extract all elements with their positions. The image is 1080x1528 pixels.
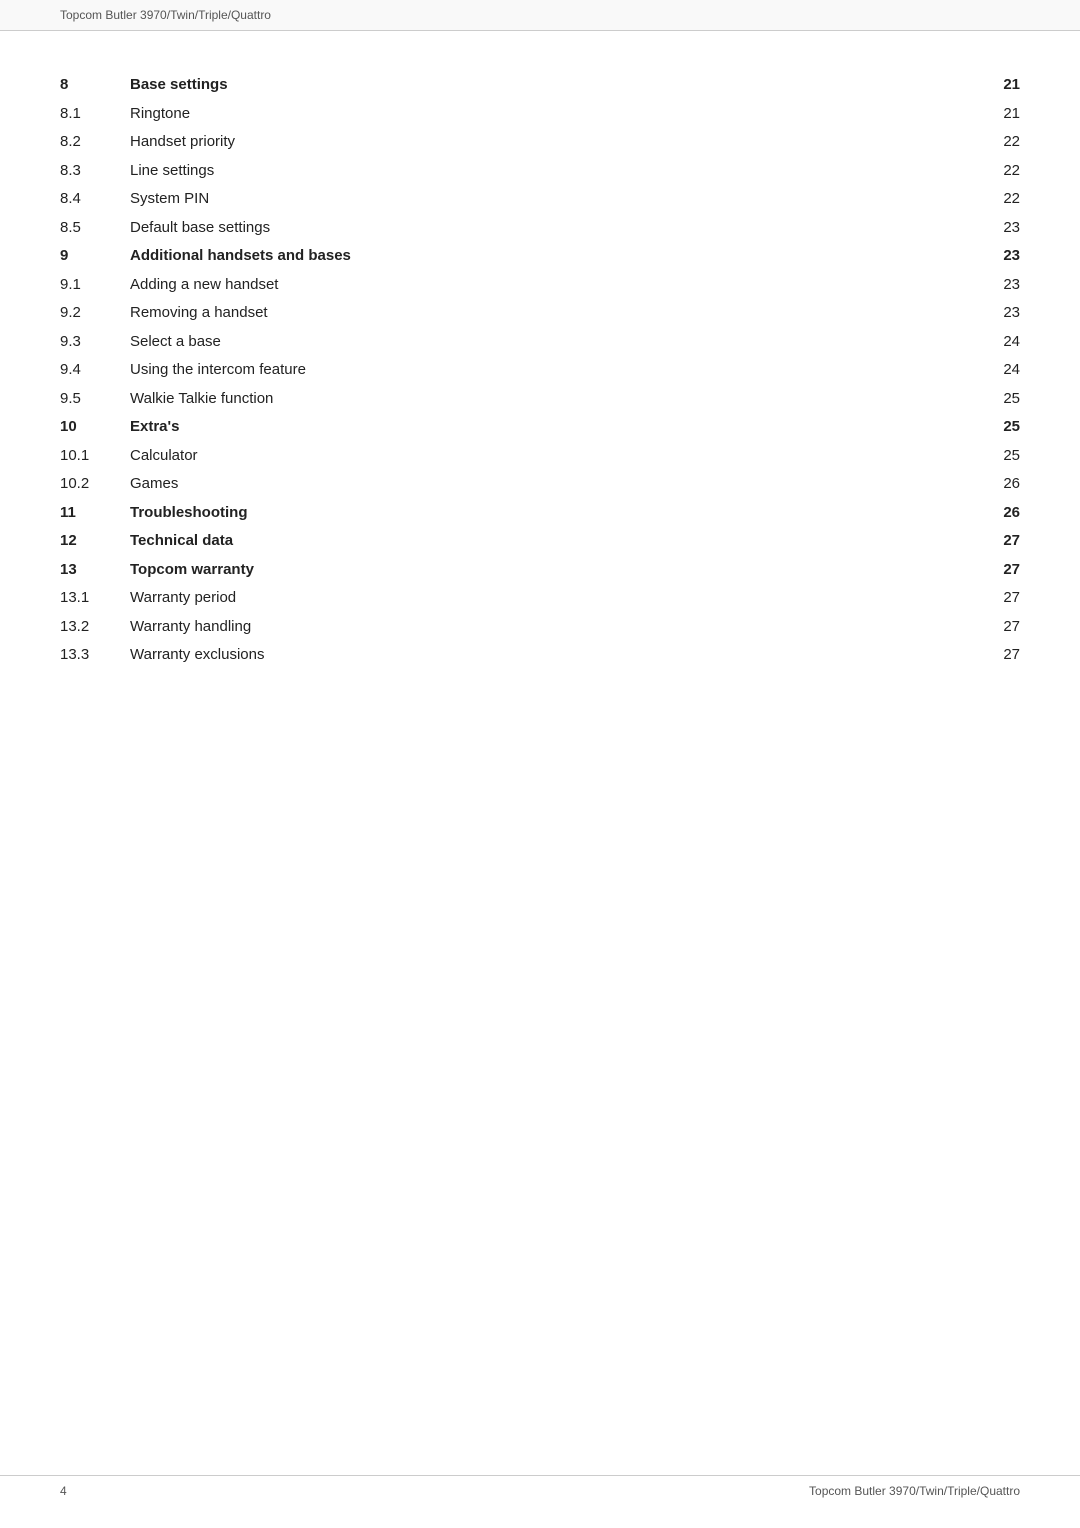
toc-row: 8.4System PIN22 (60, 185, 1020, 214)
toc-number: 9.5 (60, 385, 130, 414)
toc-row: 8Base settings21 (60, 71, 1020, 100)
toc-row: 8.1Ringtone21 (60, 100, 1020, 129)
toc-number: 9.3 (60, 328, 130, 357)
toc-page: 23 (970, 214, 1020, 243)
toc-number: 9 (60, 242, 130, 271)
header-bar: Topcom Butler 3970/Twin/Triple/Quattro (0, 0, 1080, 31)
toc-row: 13.2Warranty handling27 (60, 613, 1020, 642)
toc-row: 9.2Removing a handset23 (60, 299, 1020, 328)
toc-row: 12Technical data27 (60, 527, 1020, 556)
page-container: Topcom Butler 3970/Twin/Triple/Quattro 8… (0, 0, 1080, 1528)
toc-row: 9.1Adding a new handset23 (60, 271, 1020, 300)
toc-title: Topcom warranty (130, 556, 970, 585)
toc-title: Troubleshooting (130, 499, 970, 528)
toc-number: 12 (60, 527, 130, 556)
toc-number: 10.1 (60, 442, 130, 471)
toc-page: 27 (970, 641, 1020, 670)
toc-number: 8.1 (60, 100, 130, 129)
toc-page: 24 (970, 356, 1020, 385)
toc-row: 9.3Select a base24 (60, 328, 1020, 357)
toc-page: 26 (970, 470, 1020, 499)
toc-title: Technical data (130, 527, 970, 556)
toc-page: 25 (970, 385, 1020, 414)
toc-page: 23 (970, 299, 1020, 328)
toc-title: Calculator (130, 442, 970, 471)
toc-number: 10.2 (60, 470, 130, 499)
toc-title: Games (130, 470, 970, 499)
toc-row: 10Extra's25 (60, 413, 1020, 442)
toc-number: 8.4 (60, 185, 130, 214)
footer-title: Topcom Butler 3970/Twin/Triple/Quattro (809, 1484, 1020, 1498)
toc-table: 8Base settings218.1Ringtone218.2Handset … (60, 71, 1020, 670)
toc-number: 13.2 (60, 613, 130, 642)
toc-row: 10.2Games26 (60, 470, 1020, 499)
toc-number: 8.5 (60, 214, 130, 243)
toc-row: 9.4Using the intercom feature24 (60, 356, 1020, 385)
content-area: 8Base settings218.1Ringtone218.2Handset … (0, 31, 1080, 750)
toc-number: 8.3 (60, 157, 130, 186)
toc-row: 10.1Calculator25 (60, 442, 1020, 471)
toc-number: 11 (60, 499, 130, 528)
toc-row: 13.3Warranty exclusions27 (60, 641, 1020, 670)
toc-title: Warranty period (130, 584, 970, 613)
toc-title: Extra's (130, 413, 970, 442)
toc-title: Default base settings (130, 214, 970, 243)
toc-row: 11Troubleshooting26 (60, 499, 1020, 528)
toc-title: Additional handsets and bases (130, 242, 970, 271)
toc-page: 25 (970, 413, 1020, 442)
toc-page: 27 (970, 613, 1020, 642)
toc-title: Adding a new handset (130, 271, 970, 300)
toc-title: Handset priority (130, 128, 970, 157)
toc-number: 13.3 (60, 641, 130, 670)
toc-page: 23 (970, 242, 1020, 271)
toc-number: 13 (60, 556, 130, 585)
footer-page-number: 4 (60, 1484, 67, 1498)
toc-row: 8.3Line settings22 (60, 157, 1020, 186)
toc-row: 13.1Warranty period27 (60, 584, 1020, 613)
toc-page: 23 (970, 271, 1020, 300)
toc-number: 8 (60, 71, 130, 100)
toc-number: 8.2 (60, 128, 130, 157)
toc-number: 9.2 (60, 299, 130, 328)
toc-row: 13Topcom warranty27 (60, 556, 1020, 585)
toc-page: 27 (970, 527, 1020, 556)
toc-title: Warranty handling (130, 613, 970, 642)
toc-number: 10 (60, 413, 130, 442)
toc-title: Line settings (130, 157, 970, 186)
toc-row: 8.2Handset priority22 (60, 128, 1020, 157)
toc-title: Ringtone (130, 100, 970, 129)
toc-page: 21 (970, 100, 1020, 129)
footer-bar: 4 Topcom Butler 3970/Twin/Triple/Quattro (0, 1475, 1080, 1498)
toc-title: Warranty exclusions (130, 641, 970, 670)
toc-page: 22 (970, 157, 1020, 186)
toc-number: 13.1 (60, 584, 130, 613)
toc-page: 22 (970, 128, 1020, 157)
toc-page: 26 (970, 499, 1020, 528)
toc-title: Select a base (130, 328, 970, 357)
toc-row: 8.5Default base settings23 (60, 214, 1020, 243)
toc-page: 25 (970, 442, 1020, 471)
toc-number: 9.4 (60, 356, 130, 385)
toc-title: Using the intercom feature (130, 356, 970, 385)
toc-page: 22 (970, 185, 1020, 214)
toc-title: System PIN (130, 185, 970, 214)
toc-number: 9.1 (60, 271, 130, 300)
toc-title: Base settings (130, 71, 970, 100)
toc-page: 27 (970, 556, 1020, 585)
toc-page: 21 (970, 71, 1020, 100)
toc-title: Removing a handset (130, 299, 970, 328)
header-title: Topcom Butler 3970/Twin/Triple/Quattro (60, 8, 271, 22)
toc-page: 24 (970, 328, 1020, 357)
toc-row: 9Additional handsets and bases23 (60, 242, 1020, 271)
toc-page: 27 (970, 584, 1020, 613)
toc-title: Walkie Talkie function (130, 385, 970, 414)
toc-row: 9.5Walkie Talkie function25 (60, 385, 1020, 414)
